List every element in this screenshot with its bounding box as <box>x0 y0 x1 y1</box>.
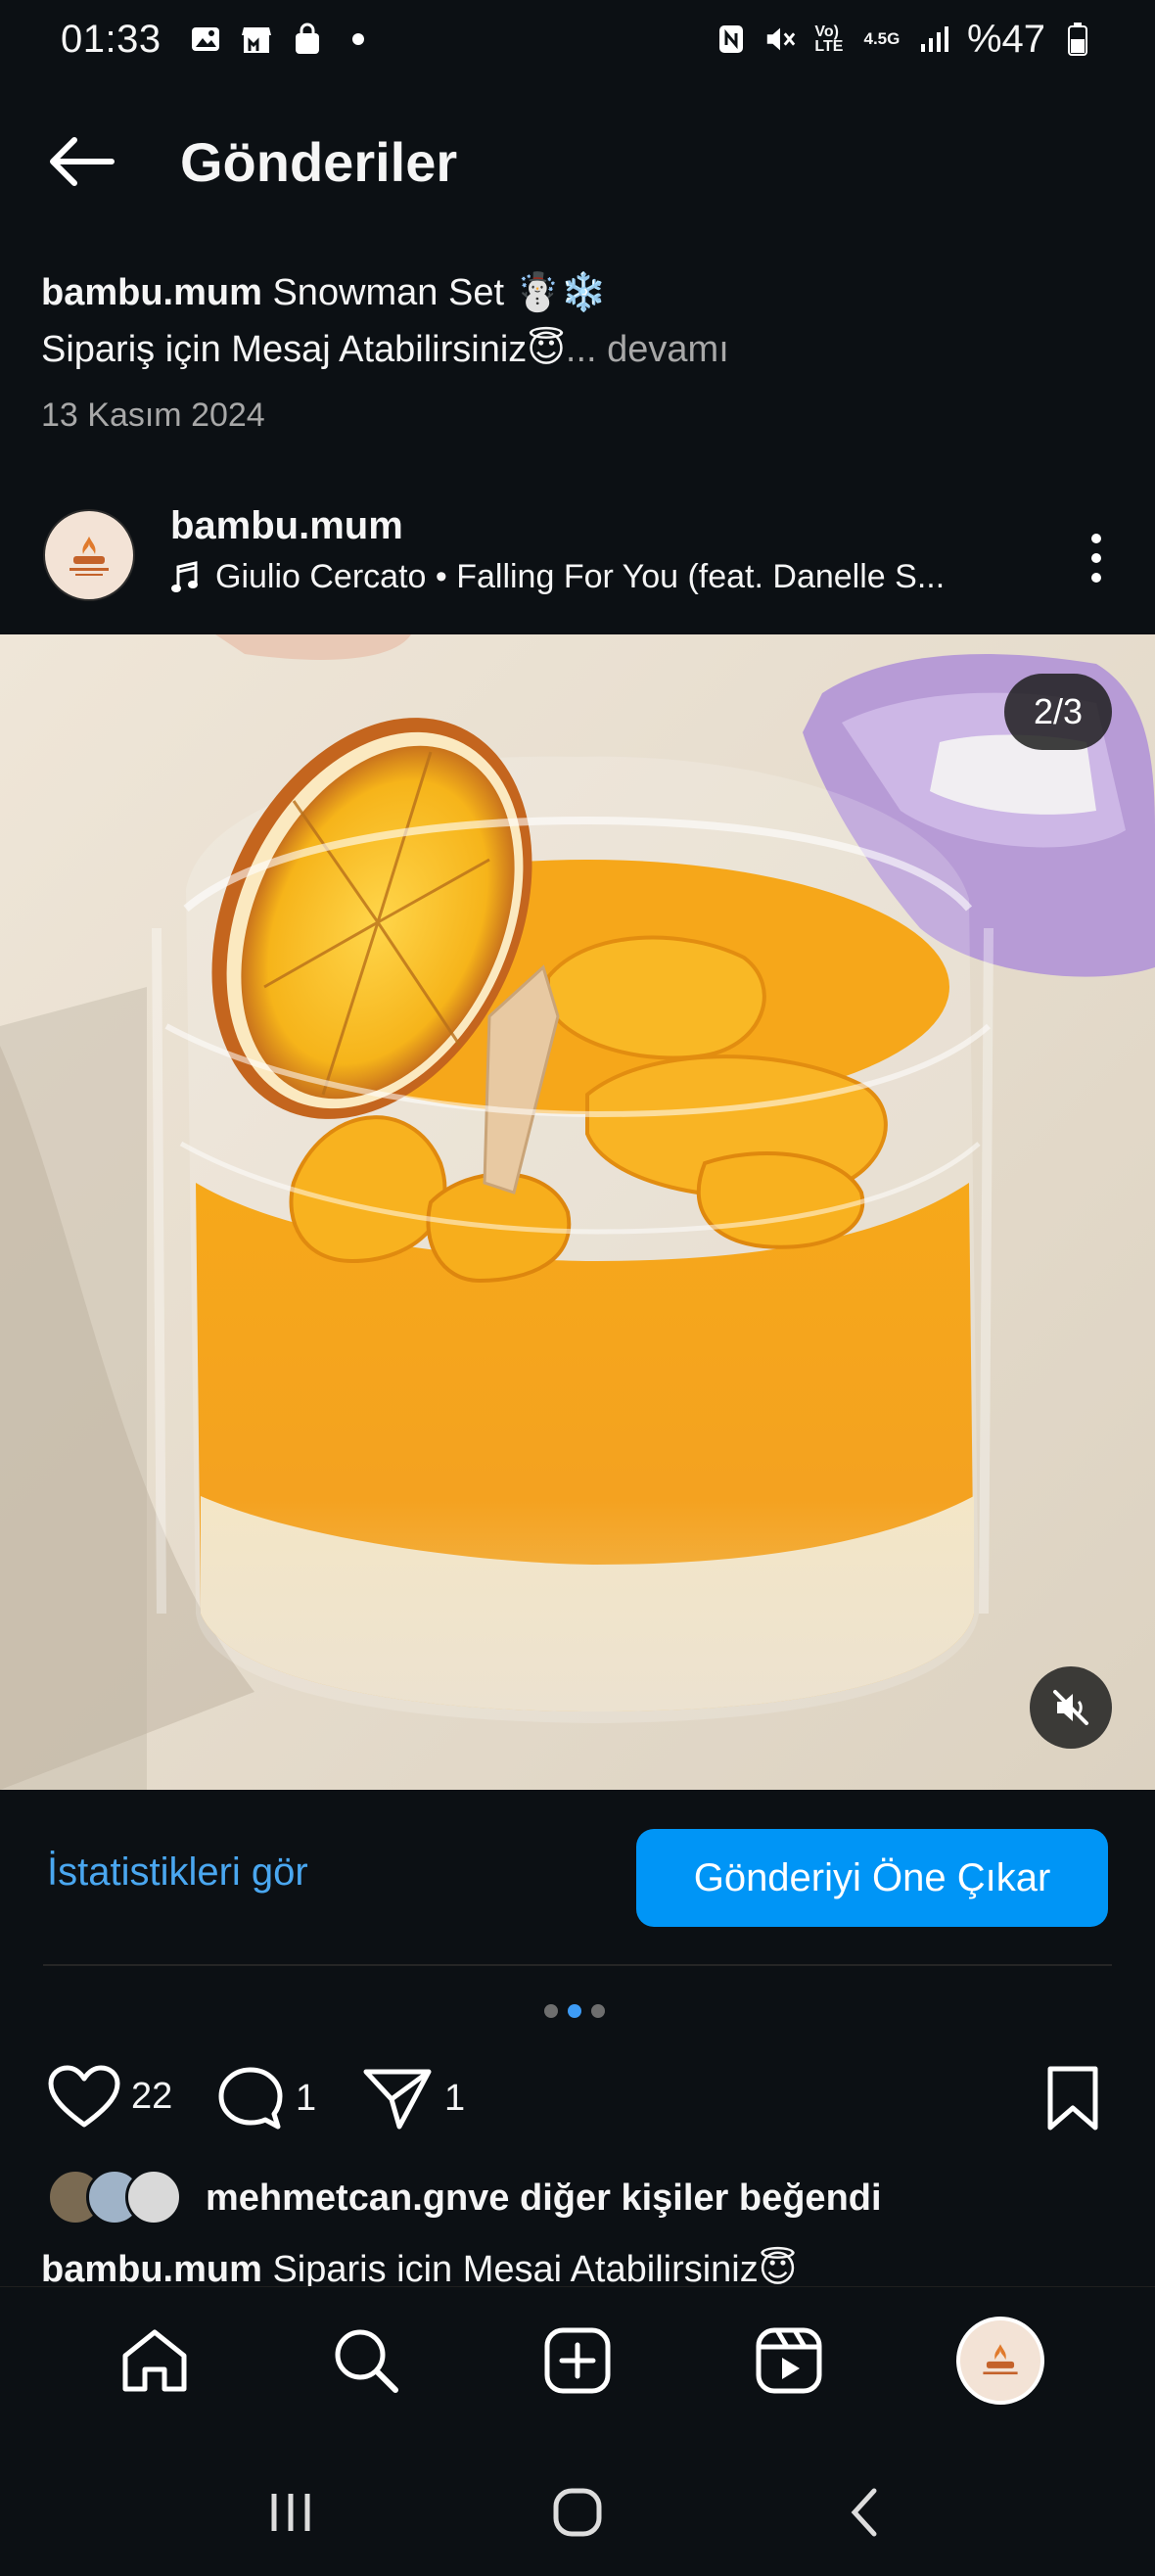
create-icon <box>544 2327 611 2393</box>
back-button[interactable] <box>39 120 121 203</box>
likes-count[interactable]: 22 <box>131 2076 172 2118</box>
liked-by-row[interactable]: mehmetcan.gn ve diğer kişiler beğendi <box>47 2169 882 2227</box>
comment-icon <box>218 2067 283 2130</box>
previous-caption-line1: Snowman Set ☃️❄️ <box>261 272 608 313</box>
mute-button[interactable] <box>1030 1666 1112 1749</box>
save-button[interactable] <box>1038 2064 1108 2134</box>
comments-count[interactable]: 1 <box>296 2078 316 2120</box>
mute-icon <box>1053 1690 1088 1725</box>
recents-button[interactable] <box>252 2473 330 2552</box>
share-button[interactable]: 1 <box>360 2064 465 2132</box>
post-caption: bambu.mum Siparis icin Mesai Atabilirsin… <box>41 2247 797 2291</box>
caption-username[interactable]: bambu.mum <box>41 2249 262 2290</box>
signal-icon <box>918 23 951 56</box>
back-arrow-icon <box>50 137 115 186</box>
liker-avatars <box>47 2169 184 2227</box>
engagement-row: 22 1 1 <box>0 2056 1155 2144</box>
previous-post-username[interactable]: bambu.mum <box>41 272 262 313</box>
page-title: Gönderiler <box>180 130 458 193</box>
back-system-button[interactable] <box>825 2473 903 2552</box>
heart-icon <box>48 2065 120 2128</box>
previous-post-date: 13 Kasım 2024 <box>41 397 265 434</box>
home-system-icon <box>553 2488 602 2536</box>
brand-logo <box>69 537 109 576</box>
nfc-icon <box>715 23 748 56</box>
status-right-icons: Vo) LTE 4.5G %47 <box>715 18 1094 62</box>
bookmark-icon <box>1047 2066 1098 2131</box>
previous-post-caption: bambu.mum Snowman Set ☃️❄️ Sipariş için … <box>41 264 1118 378</box>
chevron-left-icon <box>851 2488 877 2536</box>
home-system-button[interactable] <box>538 2473 617 2552</box>
shopping-bag-icon <box>291 23 324 56</box>
nav-home[interactable] <box>106 2312 204 2410</box>
battery-icon <box>1061 23 1094 56</box>
header: Gönderiler <box>0 98 1155 225</box>
carousel-dot <box>591 2004 605 2018</box>
more-options-button[interactable] <box>1067 519 1126 597</box>
recents-icon <box>271 2493 310 2531</box>
share-icon <box>363 2069 432 2130</box>
dot-icon <box>342 23 375 56</box>
post-username[interactable]: bambu.mum <box>170 504 403 548</box>
caption-text: Siparis icin Mesai Atabilirsiniz😇 <box>261 2249 798 2290</box>
nav-profile[interactable] <box>951 2312 1049 2410</box>
status-left-icons <box>189 23 375 56</box>
search-icon <box>335 2329 398 2393</box>
bottom-nav <box>0 2286 1155 2433</box>
profile-avatar <box>956 2316 1044 2405</box>
previous-caption-line2: Sipariş için Mesaj Atabilirsiniz😇 <box>41 329 566 370</box>
post-header: bambu.mum Giulio Cercato • Falling For Y… <box>0 499 1155 617</box>
liked-by-user[interactable]: mehmetcan.gn <box>206 2178 468 2220</box>
carousel-indicator <box>544 2004 605 2018</box>
music-label[interactable]: Giulio Cercato • Falling For You (feat. … <box>170 558 1012 596</box>
like-button[interactable]: 22 <box>47 2064 172 2129</box>
media-counter: 2/3 <box>1003 674 1112 750</box>
more-vertical-icon <box>1091 534 1101 583</box>
music-note-icon <box>171 560 198 592</box>
gallery-icon <box>189 23 222 56</box>
nav-create[interactable] <box>529 2312 626 2410</box>
avatar[interactable] <box>43 509 135 601</box>
avatar <box>125 2169 182 2225</box>
liked-by-suffix: ve diğer kişiler beğendi <box>468 2177 882 2219</box>
status-bar: 01:33 Vo) LTE 4.5G %47 <box>0 0 1155 78</box>
home-icon <box>122 2329 187 2391</box>
mute-status-icon <box>763 23 797 56</box>
comment-button[interactable]: 1 <box>215 2064 316 2132</box>
insights-row: İstatistikleri gör Gönderiyi Öne Çıkar <box>0 1829 1155 1927</box>
network-type: 4.5G <box>863 29 901 48</box>
boost-post-button[interactable]: Gönderiyi Öne Çıkar <box>636 1829 1108 1927</box>
view-insights-link[interactable]: İstatistikleri gör <box>47 1850 308 1895</box>
nav-search[interactable] <box>317 2312 415 2410</box>
carousel-dot <box>544 2004 558 2018</box>
music-text: Giulio Cercato • Falling For You (feat. … <box>215 558 946 595</box>
divider <box>43 1964 1112 1966</box>
more-link[interactable]: ... devamı <box>566 329 729 370</box>
status-time: 01:33 <box>61 17 162 61</box>
shares-count[interactable]: 1 <box>444 2078 465 2120</box>
reels-icon <box>756 2327 822 2393</box>
candle-photo <box>0 634 1155 1790</box>
system-nav <box>0 2448 1155 2576</box>
volte-icon: Vo) LTE <box>814 23 844 55</box>
nav-reels[interactable] <box>740 2312 838 2410</box>
post-media[interactable]: 2/3 <box>0 634 1155 1790</box>
battery-percent: %47 <box>966 17 1045 61</box>
brand-logo <box>983 2343 1018 2374</box>
store-icon <box>240 23 273 56</box>
carousel-dot-active <box>568 2004 581 2018</box>
